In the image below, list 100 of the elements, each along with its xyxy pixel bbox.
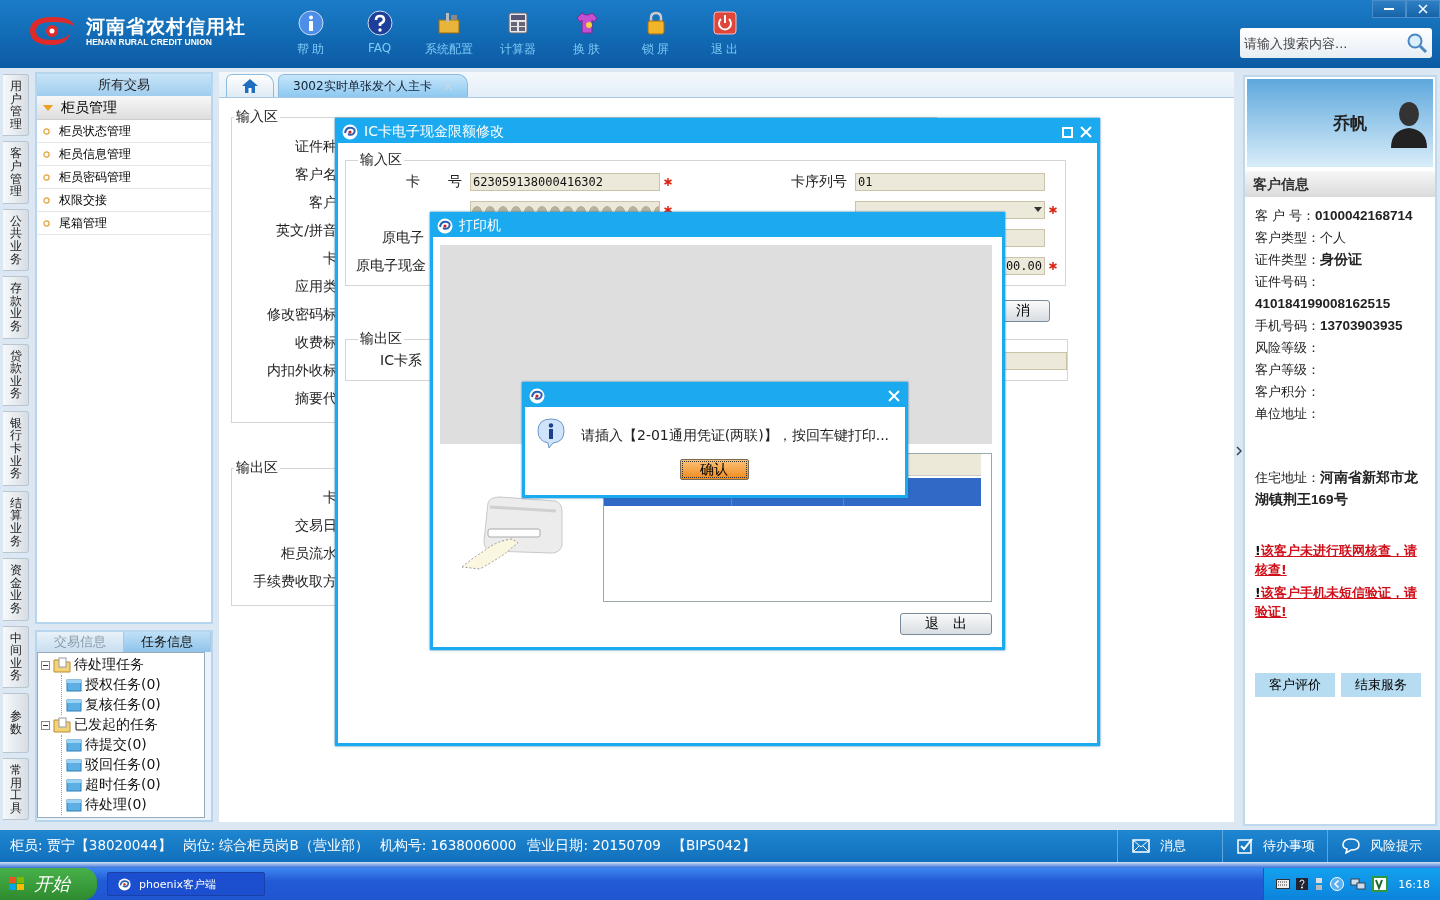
tree-item[interactable]: 复核任务(0): [85, 696, 161, 714]
taskbar-button[interactable]: phoenix客户端: [107, 872, 265, 896]
search-field[interactable]: 请输入搜索内容...: [1240, 28, 1432, 58]
field-label: 英文/拼音: [275, 221, 337, 240]
close-button[interactable]: [1406, 0, 1440, 18]
action-button[interactable]: 结束服务: [1341, 673, 1421, 697]
tree-item[interactable]: 授权任务(0): [85, 676, 161, 694]
required-icon: [663, 205, 673, 215]
message-text: 请插入【2-01通用凭证(两联)】，按回车键打印...: [581, 426, 890, 445]
required-icon: [663, 177, 673, 187]
status-text: 机构号: 1638006000: [379, 837, 517, 855]
bullet-icon: [43, 150, 50, 158]
minimize-button[interactable]: [1372, 0, 1406, 18]
panel-tab[interactable]: 任务信息: [124, 632, 211, 652]
tree-item[interactable]: 待处理任务: [74, 656, 144, 674]
side-tab[interactable]: 银行卡业务: [3, 410, 29, 486]
caret-icon: [1034, 207, 1042, 213]
info-line: 单位地址：: [1255, 405, 1321, 423]
side-tab[interactable]: 存款业务: [3, 276, 29, 339]
app-icon: [529, 388, 545, 404]
info-icon: [297, 10, 324, 36]
maximize-icon: [1062, 126, 1073, 138]
start-button[interactable]: 开始: [0, 868, 97, 900]
side-tab[interactable]: 中间业务: [3, 625, 29, 688]
side-tab[interactable]: 资金业务: [3, 558, 29, 621]
section-legend: 输入区: [358, 151, 404, 169]
toolbar-button[interactable]: 锁 屏: [621, 10, 690, 58]
folder-icon: [66, 798, 82, 812]
tree-item[interactable]: 待提交(0): [85, 736, 147, 754]
side-tab[interactable]: 常用工具: [3, 757, 29, 821]
side-tab[interactable]: 用户管理: [3, 74, 29, 137]
bullet-icon: [43, 196, 50, 204]
text-field[interactable]: 01: [855, 173, 1045, 191]
checkbox-icon: [1237, 838, 1253, 854]
side-tab[interactable]: 参数: [3, 692, 29, 753]
home-tab[interactable]: [226, 74, 274, 97]
field-label: 手续费收取方: [252, 572, 337, 591]
power-icon: [711, 10, 738, 36]
field-label: 卡序列号: [790, 173, 848, 191]
toolbar-button[interactable]: 退 出: [690, 10, 759, 58]
field-label: 卡: [322, 488, 337, 507]
field-label: IC卡系: [380, 352, 423, 370]
keyboard-icon[interactable]: [1276, 879, 1291, 889]
tray-app-icon[interactable]: [1372, 876, 1389, 892]
bullet-icon: [43, 127, 50, 135]
home-icon: [241, 78, 259, 94]
collapse-icon[interactable]: [41, 720, 50, 730]
info-line: 客 户 号：0100042168714: [1255, 207, 1414, 225]
help-icon: [366, 10, 393, 36]
folder-icon: [66, 678, 82, 692]
side-tab[interactable]: 贷款业务: [3, 343, 29, 406]
side-tab[interactable]: 公共业务: [3, 208, 29, 272]
dialog-title: 打印机: [459, 217, 502, 235]
info-line: 证件类型：身份证: [1255, 251, 1363, 269]
side-tab[interactable]: 结算业务: [3, 490, 29, 554]
warning-link[interactable]: !该客户手机未短信验证，请验证!: [1255, 583, 1429, 621]
tree-item[interactable]: 待处理(0): [85, 796, 147, 814]
toolbar-button[interactable]: 系统配置: [414, 10, 483, 58]
info-line: 客户类型：个人: [1255, 229, 1347, 247]
maximize-button[interactable]: [1062, 126, 1073, 138]
minimize-icon: [1384, 7, 1394, 11]
section-legend: 输出区: [234, 459, 280, 477]
confirm-button[interactable]: 确认: [679, 459, 749, 480]
folder-icon: [66, 738, 82, 752]
search-icon[interactable]: [1406, 32, 1428, 54]
toolbar-button[interactable]: 帮 助: [276, 10, 345, 58]
tree-item[interactable]: 超时任务(0): [85, 776, 161, 794]
field-label: 修改密码标: [266, 305, 337, 324]
toolbar-button[interactable]: 换 肤: [552, 10, 621, 58]
mail-icon: [1132, 839, 1150, 853]
status-text: 营业日期: 20150709: [527, 837, 661, 855]
section-legend: 输入区: [234, 108, 280, 126]
clock: 16:18: [1398, 877, 1430, 891]
app-subtitle: HENAN RURAL CREDIT UNION: [86, 37, 213, 47]
info-line: 住宅地址：河南省新郑市龙湖镇荆王169号: [1255, 469, 1419, 509]
folder-icon: [66, 778, 82, 792]
info-icon: [535, 417, 567, 449]
action-button[interactable]: 客户评价: [1255, 673, 1335, 697]
page-tab[interactable]: 3002实时单张发个人主卡: [278, 74, 468, 97]
field-label: 收费标: [294, 333, 337, 352]
text-field[interactable]: 623059138000416302: [470, 173, 660, 191]
tree-item[interactable]: 已发起的任务: [74, 716, 158, 734]
status-text: 【BIPS042】: [671, 837, 756, 855]
warning-link[interactable]: !该客户未进行联网核查，请核查!: [1255, 541, 1429, 579]
field-label: 交易日: [294, 516, 337, 535]
bullet-icon: [43, 219, 50, 227]
side-tab[interactable]: 客户管理: [3, 141, 29, 204]
info-line: 证件号码： 410184199008162515: [1255, 273, 1392, 313]
tree-item[interactable]: 驳回任务(0): [85, 756, 161, 774]
chevron-icon[interactable]: [1236, 446, 1242, 456]
collapse-icon[interactable]: [41, 660, 50, 670]
network-icon[interactable]: [1350, 877, 1367, 891]
field-label: 内扣外收标: [266, 361, 337, 380]
tray-icon[interactable]: [1314, 877, 1325, 891]
info-line: 风险等级：: [1255, 339, 1321, 357]
info-line: 手机号码：13703903935: [1255, 317, 1404, 335]
exit-button[interactable]: 退 出: [900, 613, 992, 635]
group-header[interactable]: 柜员管理: [37, 96, 211, 120]
help-icon[interactable]: [1296, 878, 1309, 890]
field-label: 柜员流水: [280, 544, 337, 563]
